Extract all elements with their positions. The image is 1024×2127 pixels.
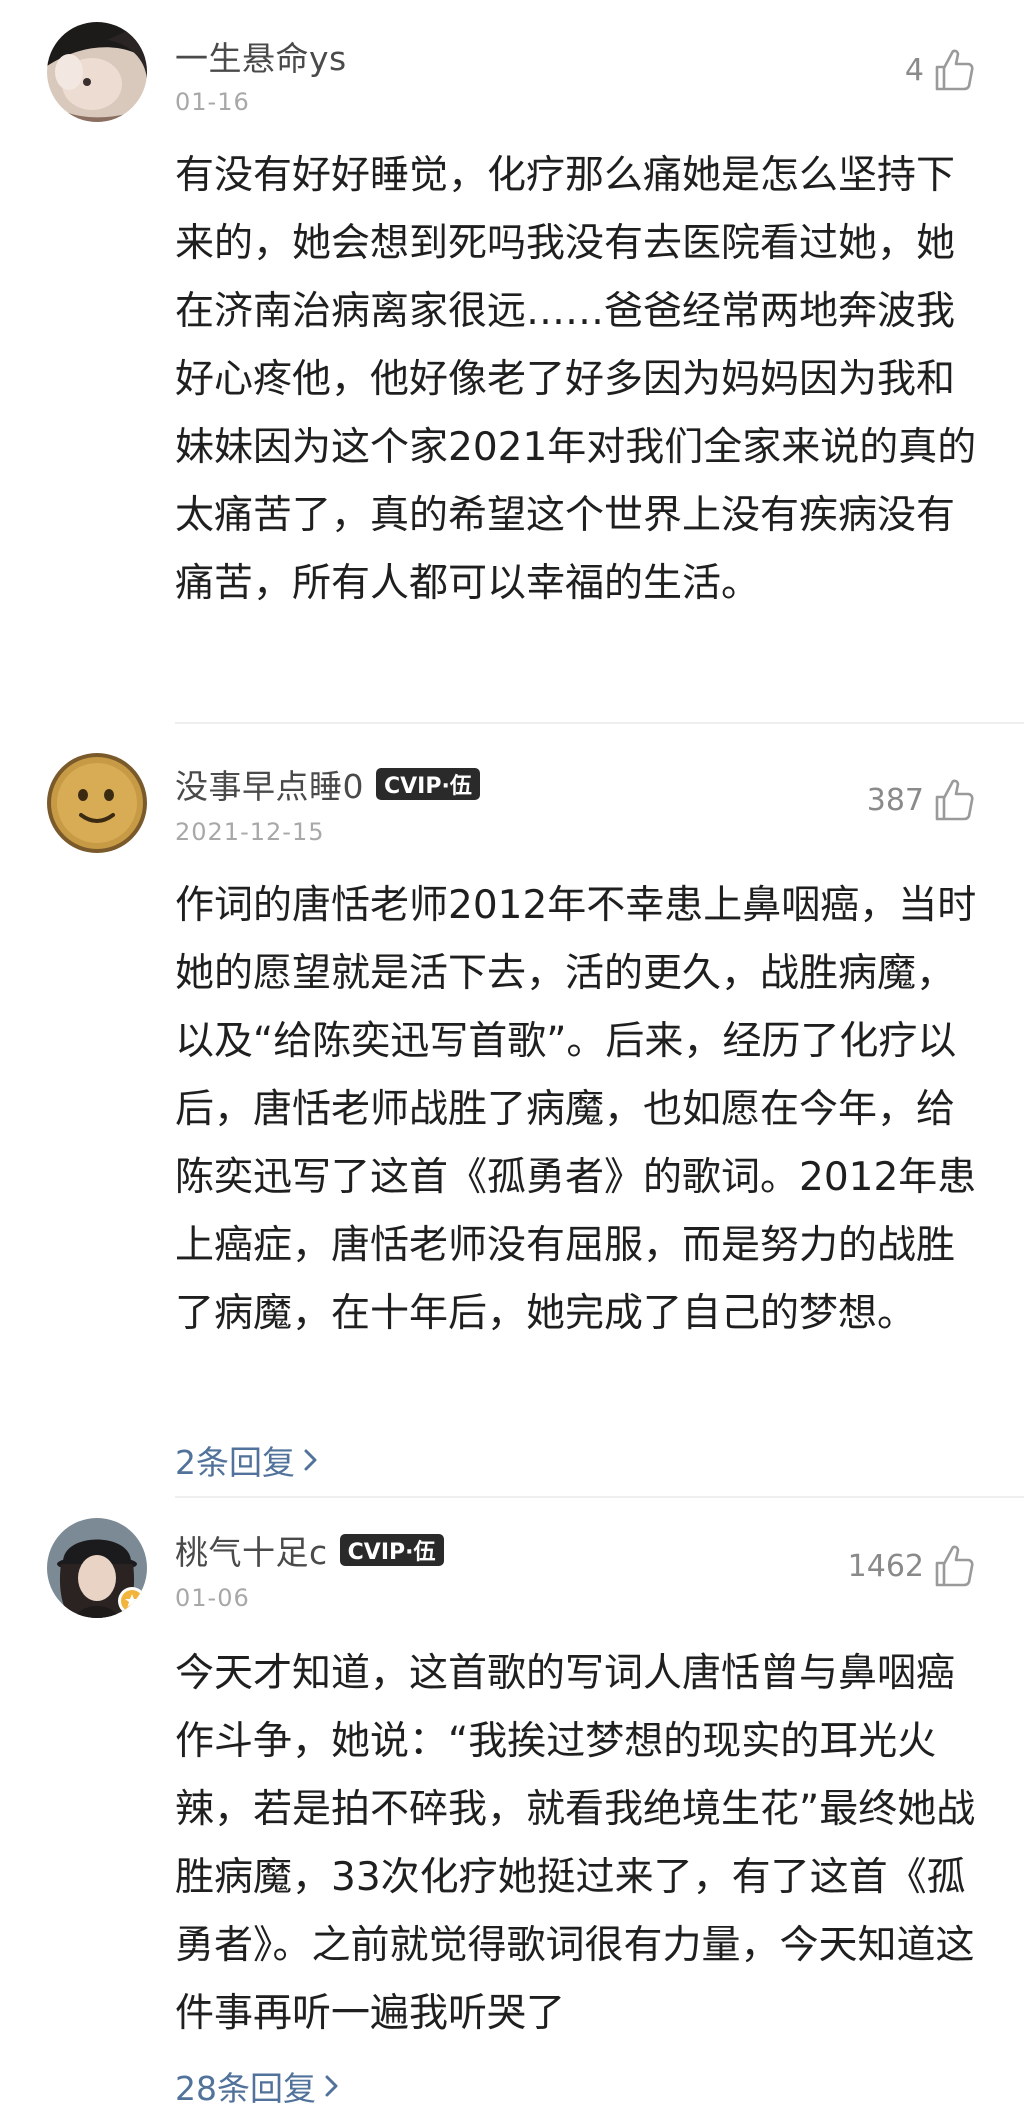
username[interactable]: 没事早点睡0 xyxy=(175,760,364,808)
like-count: 1462 xyxy=(847,1548,924,1584)
divider xyxy=(175,722,1024,724)
like-button[interactable]: 387 xyxy=(867,774,974,826)
username-row: 一生悬命ys xyxy=(175,34,347,78)
thumbs-up-icon xyxy=(935,779,974,821)
thumbs-up-icon xyxy=(935,1545,974,1587)
thumbs-up-icon xyxy=(935,49,974,91)
comment-date: 01-16 xyxy=(175,88,250,116)
replies-link[interactable]: 2条回复 xyxy=(175,1436,319,1484)
comment-date: 01-06 xyxy=(175,1584,250,1612)
avatar[interactable] xyxy=(47,1518,147,1618)
like-count: 4 xyxy=(904,52,924,88)
comment-text: 有没有好好睡觉，化疗那么痛她是怎么坚持下来的，她会想到死吗我没有去医院看过她，她… xyxy=(175,153,977,606)
replies-link[interactable]: 28条回复 xyxy=(175,2062,340,2110)
username-row: 没事早点睡0 CVIP·伍 xyxy=(175,762,480,806)
chevron-right-icon xyxy=(304,1449,317,1471)
chevron-right-icon xyxy=(325,2075,338,2097)
comment-text: 作词的唐恬老师2012年不幸患上鼻咽癌，当时她的愿望就是活下去，活的更久，战胜病… xyxy=(175,883,977,1336)
comment-text: 今天才知道，这首歌的写词人唐恬曾与鼻咽癌作斗争，她说：“我挨过梦想的现实的耳光火… xyxy=(175,1651,976,2036)
divider xyxy=(175,1496,1024,1498)
like-button[interactable]: 1462 xyxy=(848,1540,974,1592)
vip-badge: CVIP·伍 xyxy=(339,1534,444,1566)
like-button[interactable]: 4 xyxy=(905,44,974,96)
avatar[interactable] xyxy=(47,22,147,122)
username[interactable]: 桃气十足c xyxy=(175,1526,328,1574)
like-count: 387 xyxy=(866,782,924,818)
replies-label: 28条回复 xyxy=(175,2069,316,2108)
vip-badge: CVIP·伍 xyxy=(376,768,480,800)
avatar[interactable] xyxy=(47,753,147,853)
comment-date: 2021-12-15 xyxy=(175,818,325,846)
username[interactable]: 一生悬命ys xyxy=(175,32,347,80)
star-badge-icon xyxy=(118,1587,146,1615)
replies-label: 2条回复 xyxy=(175,1443,295,1482)
username-row: 桃气十足c CVIP·伍 xyxy=(175,1528,444,1572)
